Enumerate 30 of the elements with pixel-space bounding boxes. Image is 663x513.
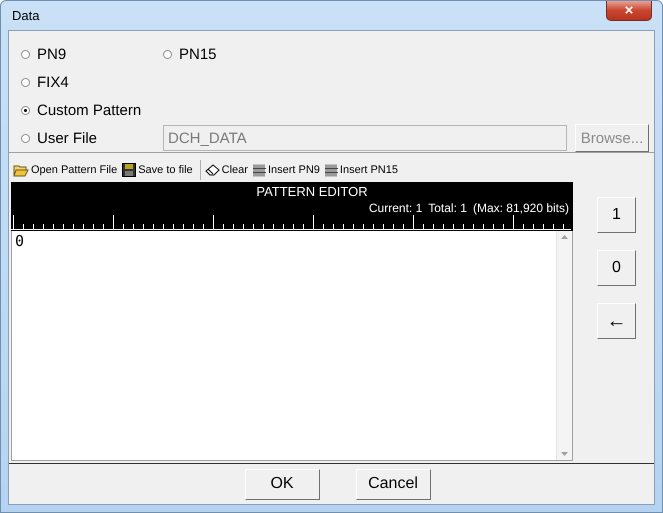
keypad-button[interactable]: 1 xyxy=(597,197,636,233)
window-title: Data xyxy=(12,8,40,23)
dialog-button[interactable]: Cancel xyxy=(356,468,430,500)
keypad-button[interactable]: 0 xyxy=(597,250,636,286)
barcode-grid-icon xyxy=(252,164,266,176)
pattern-text: 0 xyxy=(14,231,26,251)
toolbar-button[interactable]: Insert PN9 xyxy=(252,164,324,176)
radio-option[interactable]: Custom Pattern xyxy=(21,102,142,118)
toolbar-button[interactable]: Open Pattern File xyxy=(12,163,122,177)
radio-option[interactable]: FIX4 xyxy=(21,74,69,90)
scrollbar[interactable] xyxy=(556,231,572,460)
pattern-text-area[interactable]: 0 xyxy=(11,231,573,461)
scroll-up-icon[interactable] xyxy=(561,235,568,239)
folder-icon xyxy=(13,163,29,177)
barcode-grid-icon xyxy=(324,164,338,176)
max-bits: (Max: 81,920 bits) xyxy=(472,201,569,215)
eraser-icon xyxy=(204,164,220,176)
dialog-button[interactable]: OK xyxy=(244,468,320,500)
radio-option[interactable]: PN15 xyxy=(163,46,305,62)
keypad-button[interactable]: ← xyxy=(597,303,636,339)
close-button[interactable]: × xyxy=(606,1,652,21)
scroll-down-icon[interactable] xyxy=(561,452,568,456)
toolbar-button[interactable]: Clear xyxy=(204,164,252,176)
current-count: Current: 1 xyxy=(368,201,422,215)
total-count: Total: 1 xyxy=(428,201,467,215)
toolbar-button[interactable]: Save to file xyxy=(121,163,197,177)
editor-title: PATTERN EDITOR xyxy=(255,184,369,199)
radio-option[interactable]: PN9 xyxy=(21,46,163,62)
toolbar-button[interactable]: Insert PN15 xyxy=(324,164,402,176)
radio-option[interactable]: User File xyxy=(21,130,163,146)
